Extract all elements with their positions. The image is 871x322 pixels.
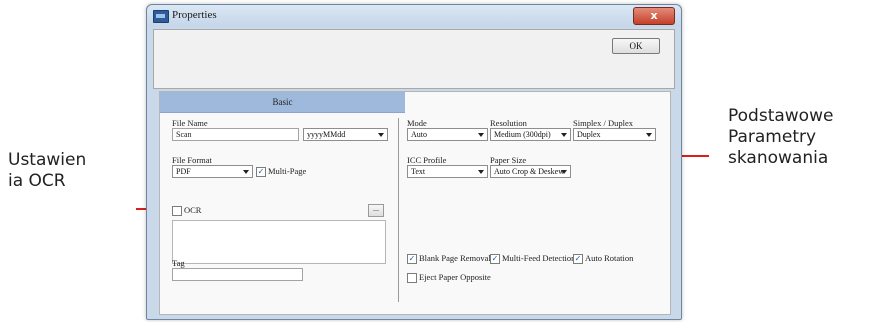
date-format-select[interactable]: yyyyMMdd: [303, 128, 388, 141]
ocr-settings-button[interactable]: ...: [368, 204, 384, 217]
annotation-basic-params: Podstawowe Parametry skanowania: [728, 106, 833, 169]
chevron-down-icon: [561, 133, 567, 137]
paper-size-value: Auto Crop & Deskew: [494, 167, 564, 176]
mode-value: Auto: [411, 130, 427, 139]
file-format-value: PDF: [176, 167, 191, 176]
annotation-ocr-line2: ia OCR: [8, 171, 66, 191]
annotation-basic-line2: Parametry: [728, 127, 817, 147]
chevron-down-icon: [243, 170, 249, 174]
ok-button[interactable]: OK: [612, 38, 660, 54]
eject-paper-opposite-checkbox[interactable]: [407, 273, 417, 283]
chevron-down-icon: [478, 170, 484, 174]
auto-rotation-label: Auto Rotation: [585, 253, 634, 263]
duplex-value: Duplex: [577, 130, 601, 139]
icc-profile-label: ICC Profile: [407, 155, 447, 165]
mode-label: Mode: [407, 118, 427, 128]
chevron-down-icon: [561, 170, 567, 174]
multi-feed-detection-label: Multi-Feed Detection: [502, 253, 576, 263]
blank-page-removal-label: Blank Page Removal: [419, 253, 491, 263]
title-bar[interactable]: Properties x: [147, 5, 681, 27]
eject-paper-opposite-label: Eject Paper Opposite: [419, 272, 491, 282]
icc-profile-select[interactable]: Text: [407, 165, 488, 178]
close-button[interactable]: x: [633, 7, 675, 25]
file-name-input[interactable]: Scan: [172, 128, 299, 141]
ocr-label: OCR: [184, 205, 202, 215]
mode-select[interactable]: Auto: [407, 128, 488, 141]
file-name-label: File Name: [172, 118, 208, 128]
chevron-down-icon: [478, 133, 484, 137]
tab-basic[interactable]: Basic: [160, 92, 405, 113]
blank-page-removal-checkbox[interactable]: ✓: [407, 254, 417, 264]
chevron-down-icon: [646, 133, 652, 137]
tag-label: Tag: [172, 258, 185, 268]
annotation-ocr-settings: Ustawien ia OCR: [8, 150, 86, 192]
top-area: OK: [153, 29, 675, 89]
file-format-select[interactable]: PDF: [172, 165, 253, 178]
settings-panel: Basic File Name Scan yyyyMMdd File Forma…: [159, 91, 671, 315]
paper-size-select[interactable]: Auto Crop & Deskew: [490, 165, 571, 178]
resolution-label: Resolution: [490, 118, 527, 128]
multi-page-checkbox[interactable]: ✓: [256, 167, 266, 177]
multi-page-label: Multi-Page: [268, 166, 307, 176]
resolution-select[interactable]: Medium (300dpi): [490, 128, 571, 141]
annotation-basic-line1: Podstawowe: [728, 106, 834, 126]
app-icon: [153, 10, 169, 23]
tab-strip-empty: [405, 92, 670, 112]
date-format-value: yyyyMMdd: [307, 130, 346, 139]
window-title: Properties: [172, 9, 217, 21]
chevron-down-icon: [378, 133, 384, 137]
file-format-label: File Format: [172, 155, 212, 165]
ocr-checkbox[interactable]: [172, 206, 182, 216]
duplex-select[interactable]: Duplex: [573, 128, 656, 141]
ocr-text-area[interactable]: [172, 220, 386, 264]
icc-profile-value: Text: [411, 167, 426, 176]
annotation-ocr-line1: Ustawien: [8, 150, 87, 170]
auto-rotation-checkbox[interactable]: ✓: [573, 254, 583, 264]
properties-window: Properties x OK Basic File Name Scan yyy…: [146, 4, 682, 320]
tab-basic-label: Basic: [272, 97, 293, 107]
paper-size-label: Paper Size: [490, 155, 527, 165]
column-divider: [398, 118, 399, 302]
annotation-basic-line3: skanowania: [728, 148, 829, 168]
duplex-label: Simplex / Duplex: [573, 118, 633, 128]
tag-input[interactable]: [172, 268, 303, 281]
multi-feed-detection-checkbox[interactable]: ✓: [490, 254, 500, 264]
resolution-value: Medium (300dpi): [494, 130, 551, 139]
